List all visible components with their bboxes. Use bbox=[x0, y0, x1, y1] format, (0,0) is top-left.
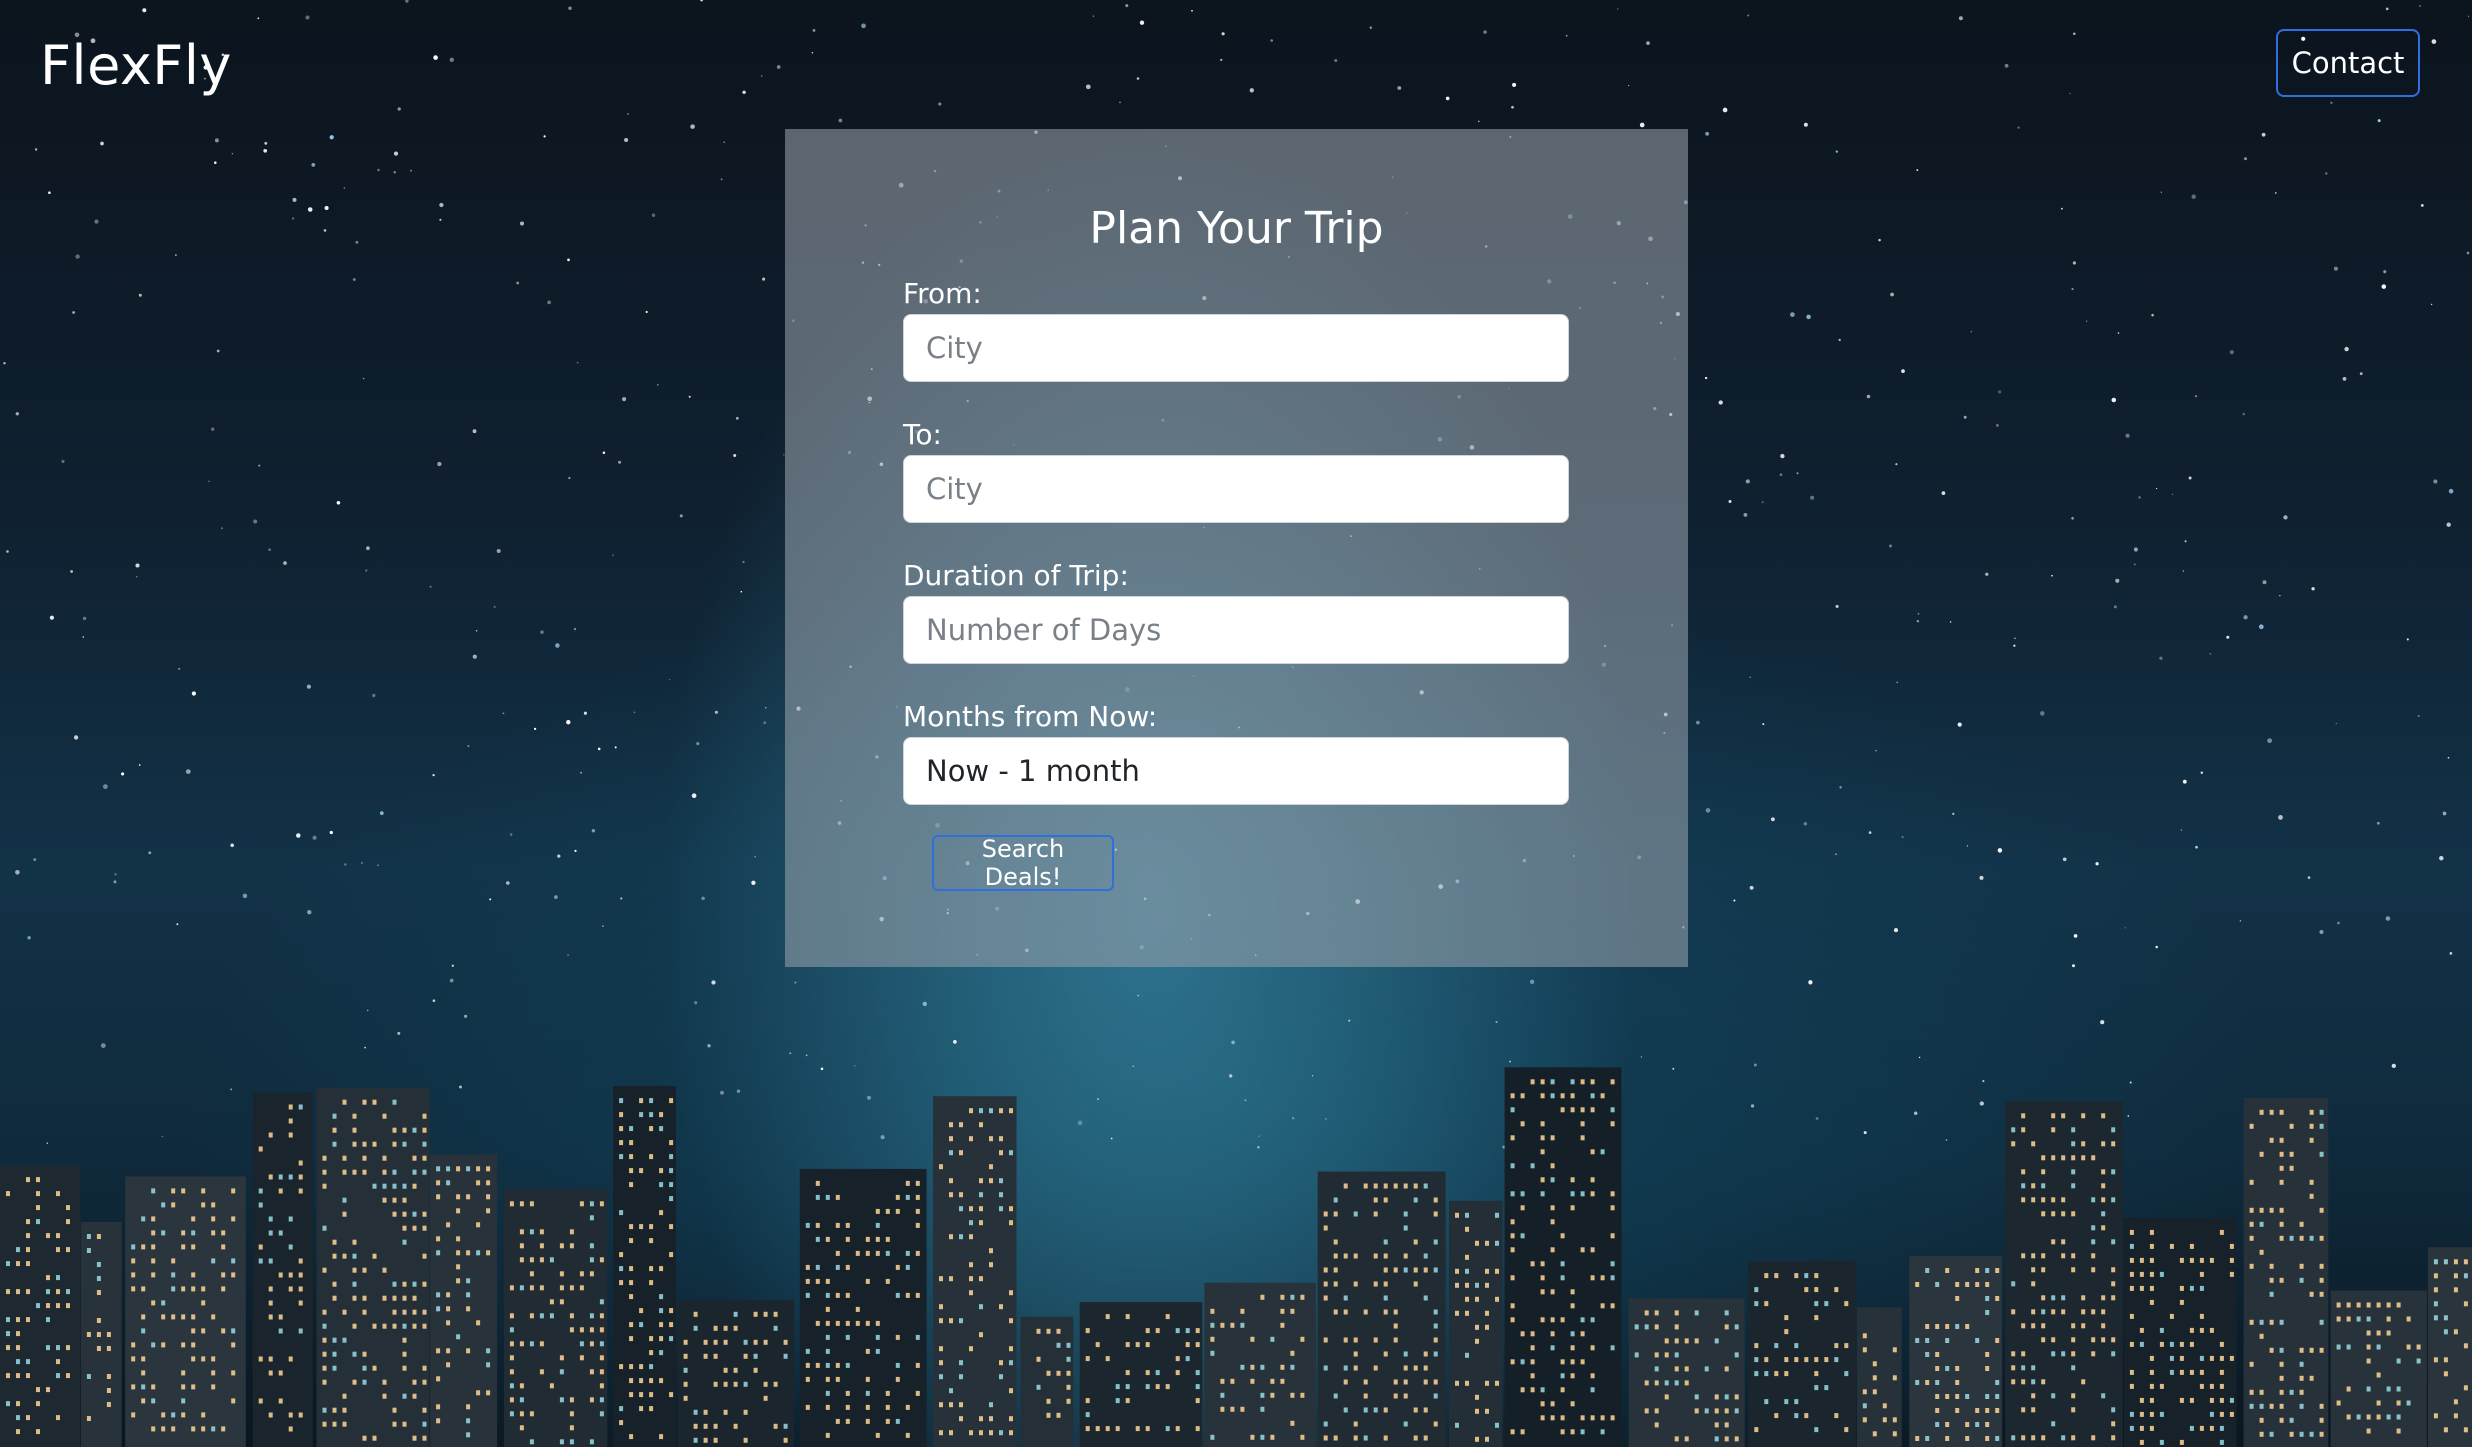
to-city-input[interactable] bbox=[903, 455, 1569, 523]
page: FlexFly Contact Plan Your Trip From: To:… bbox=[0, 0, 2472, 1447]
form-title: Plan Your Trip bbox=[1089, 203, 1384, 254]
brand-logo[interactable]: FlexFly bbox=[40, 34, 232, 97]
from-city-input[interactable] bbox=[903, 314, 1569, 382]
months-label: Months from Now: bbox=[903, 700, 1158, 733]
months-selected-value: Now - 1 month bbox=[926, 754, 1140, 788]
trip-form-card: Plan Your Trip From: To: Duration of Tri… bbox=[785, 129, 1688, 967]
duration-days-input[interactable] bbox=[903, 596, 1569, 664]
duration-label: Duration of Trip: bbox=[903, 559, 1129, 592]
contact-button[interactable]: Contact bbox=[2276, 29, 2420, 97]
to-label: To: bbox=[903, 418, 942, 451]
search-deals-button[interactable]: Search Deals! bbox=[932, 835, 1114, 891]
from-label: From: bbox=[903, 277, 982, 310]
months-from-now-select[interactable]: Now - 1 month bbox=[903, 737, 1569, 805]
